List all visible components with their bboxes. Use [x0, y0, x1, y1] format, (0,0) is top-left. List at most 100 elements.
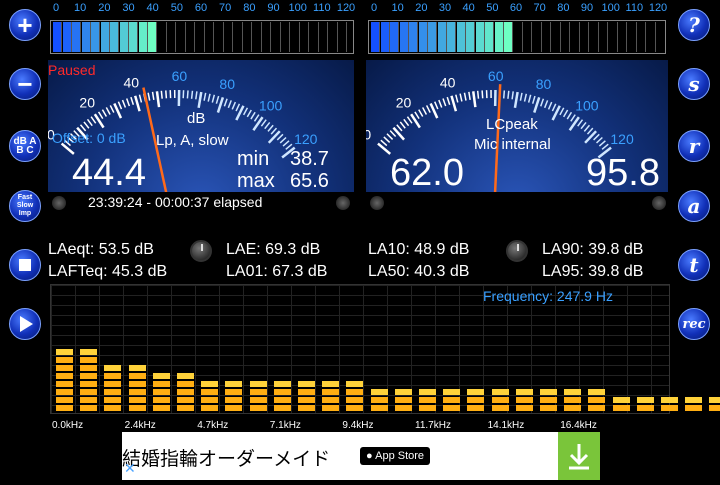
spectrum-bar	[129, 389, 146, 395]
level-segment	[120, 22, 129, 52]
dial-tick	[196, 91, 197, 99]
rec-button[interactable]: rec	[678, 308, 710, 340]
dial-label: 20	[396, 94, 412, 110]
dial-tick	[504, 90, 505, 98]
level-segment	[196, 22, 205, 52]
dial-tick	[157, 91, 159, 107]
spectrum-bar	[80, 381, 97, 387]
dial-tick	[271, 128, 276, 134]
level-segment	[428, 22, 437, 52]
stop-button[interactable]	[9, 249, 41, 281]
level-scale-left: 0102030405060708090100110120	[50, 2, 354, 14]
level-scale-tick: 20	[98, 2, 110, 14]
spectrum-bar	[419, 397, 436, 403]
frequency-tick: 14.1kHz	[488, 420, 525, 431]
spectrum-bar	[516, 389, 533, 395]
t-button[interactable]: t	[678, 249, 710, 281]
current-value: 44.4	[72, 152, 146, 192]
dial-tick	[393, 128, 404, 140]
spectrum-bar	[346, 389, 363, 395]
dial-tick	[95, 114, 104, 127]
dial-tick	[451, 96, 455, 111]
spectrum-bar	[274, 405, 291, 411]
spectrum-bar	[516, 397, 533, 403]
level-scale-right: 0102030405060708090100110120	[368, 2, 666, 14]
app-store-badge[interactable]: ● App Store	[360, 447, 430, 465]
level-segment	[91, 22, 100, 52]
level-segment	[495, 22, 504, 52]
dial-tick	[127, 99, 130, 107]
s-label: s	[688, 72, 699, 96]
spectrum-bar	[564, 397, 581, 403]
dial-tick	[464, 93, 466, 101]
weighting-label: Lp, A, slow	[156, 132, 229, 149]
spectrum-bar	[80, 349, 97, 355]
dial-tick	[387, 134, 393, 140]
spectrum-bar	[467, 405, 484, 411]
level-segment	[438, 22, 447, 52]
dial-tick	[469, 92, 470, 100]
spectrum-bar	[104, 405, 121, 411]
dial-tick	[247, 110, 251, 117]
level-segment	[409, 22, 418, 52]
stat-la01: LA01: 67.3 dB	[226, 263, 327, 281]
level-segment	[447, 22, 456, 52]
dial-tick	[482, 90, 483, 98]
spectrum-bar	[588, 405, 605, 411]
dial-tick	[254, 115, 258, 122]
level-segment	[139, 22, 148, 52]
level-scale-tick: 20	[415, 2, 427, 14]
knob-left-icon[interactable]	[190, 240, 212, 262]
spectrum-bar	[564, 405, 581, 411]
spectrum-bar	[346, 397, 363, 403]
ad-banner[interactable]: 結婚指輪オーダーメイド ● App Store	[122, 432, 600, 480]
level-segment	[338, 22, 347, 52]
spectrum-bar	[56, 397, 73, 403]
r-label: r	[689, 134, 700, 158]
dial-tick	[192, 91, 193, 99]
s-button[interactable]: s	[678, 68, 710, 100]
minus-button[interactable]: −	[9, 68, 41, 100]
unit-label: dB	[187, 110, 205, 127]
dial-tick	[236, 104, 239, 111]
dial-tick	[552, 104, 555, 111]
dial-tick	[599, 141, 605, 146]
help-button[interactable]: ?	[678, 9, 710, 41]
frequency-readout: Frequency: 247.9 Hz	[483, 288, 613, 304]
level-bar-left	[50, 20, 354, 54]
level-scale-tick: 30	[439, 2, 451, 14]
spectrum-bar	[371, 405, 388, 411]
dial-tick	[473, 91, 475, 107]
dial-tick	[400, 122, 405, 128]
spectrum-bar	[298, 405, 315, 411]
dbabc-button[interactable]: dB A B C	[9, 130, 41, 162]
spectrum-bar	[419, 405, 436, 411]
spectrum-bar	[56, 349, 73, 355]
level-scale-tick: 40	[147, 2, 159, 14]
dial-label: 20	[79, 94, 95, 110]
level-segment	[523, 22, 532, 52]
level-segment	[647, 22, 656, 52]
play-icon	[20, 316, 33, 332]
screw-icon	[652, 196, 666, 210]
dial-label: 40	[440, 74, 456, 90]
knob-right-icon[interactable]	[506, 240, 528, 262]
spectrum-bar	[225, 389, 242, 395]
dial-tick	[570, 117, 579, 130]
level-scale-tick: 0	[53, 2, 59, 14]
dial-tick	[251, 112, 255, 119]
stat-la50: LA50: 40.3 dB	[368, 263, 469, 281]
play-button[interactable]	[9, 308, 41, 340]
frequency-tick: 2.4kHz	[125, 420, 156, 431]
r-button[interactable]: r	[678, 130, 710, 162]
plus-button[interactable]: +	[9, 9, 41, 41]
a-button[interactable]: a	[678, 190, 710, 222]
dial-label: 100	[575, 98, 599, 114]
dial-tick	[520, 93, 522, 101]
dial-tick	[560, 108, 564, 115]
ad-close-icon[interactable]: ✕	[124, 460, 136, 477]
level-segment	[329, 22, 338, 52]
dial-tick	[161, 91, 162, 99]
fast-slow-imp-button[interactable]: Fast Slow Imp	[9, 190, 41, 222]
download-button[interactable]	[558, 432, 600, 480]
